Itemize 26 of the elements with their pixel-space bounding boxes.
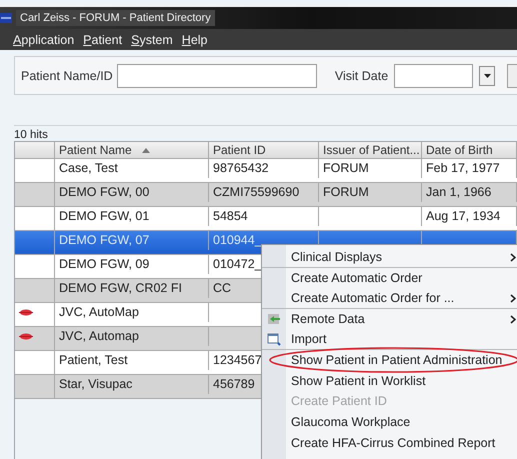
table-cell: CZMI75599690 [213,185,300,200]
table-cell: JVC, Automap [59,329,139,344]
table-cell: FORUM [323,161,369,176]
table-cell: DEMO FGW, 07 [59,233,150,248]
table-cell: Jan 1, 1966 [426,185,492,200]
table-cell: Patient, Test [59,353,128,368]
field-label: Patient Name/ID [21,68,113,82]
table-cell: Aug 17, 1934 [426,209,500,224]
table-cell: FORUM [323,185,369,200]
table-cell: DEMO FGW, 00 [59,185,150,200]
table-cell: DEMO FGW, CR02 FI [59,281,182,296]
table-cell: Feb 17, 1977 [426,161,500,176]
field-label: Visit Date [334,68,388,82]
table-cell: Star, Visupac [59,377,132,392]
table-cell: 1234567 [213,353,262,368]
table-cell: DEMO FGW, 09 [59,257,150,272]
table-cell: CC [213,281,232,296]
table-cell: 54854 [213,209,248,224]
table-cell: 010944_ [213,233,262,248]
window-title: Carl Zeiss - FORUM - Patient Directory [16,10,215,26]
table-cell: 010472_ [213,257,262,272]
table-cell: DEMO FGW, 01 [59,209,150,224]
table-cell: JVC, AutoMap [59,305,139,320]
table-cell: 98765432 [213,161,269,176]
table-cell: Case, Test [59,161,118,176]
table-cell: 456789 [213,377,255,392]
